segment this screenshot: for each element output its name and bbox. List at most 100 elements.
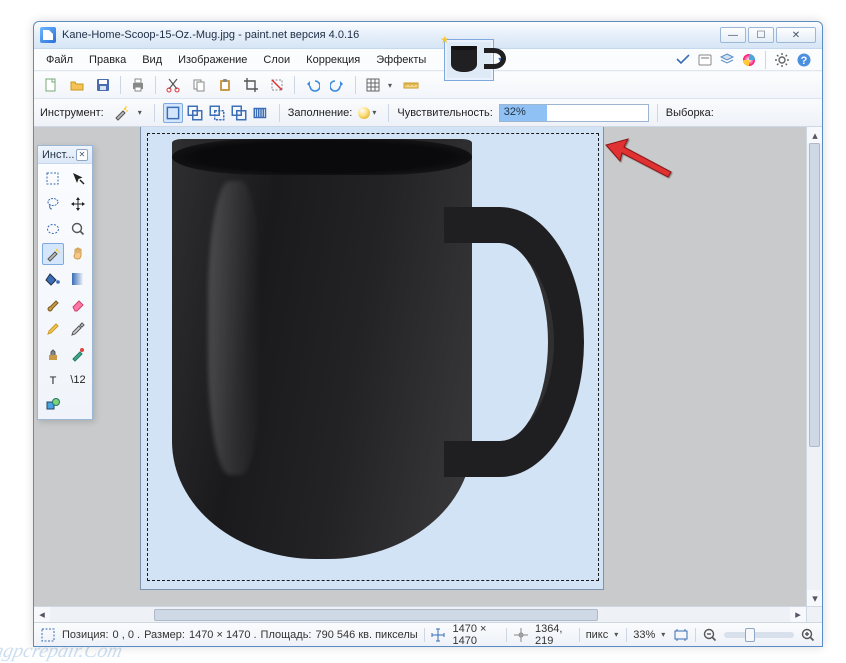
workspace: ▴ ▾ xyxy=(34,127,822,606)
fill-mode-icon[interactable] xyxy=(358,107,370,119)
menu-adjust[interactable]: Коррекция xyxy=(298,51,368,69)
palette-title[interactable]: Инст... ✕ xyxy=(38,146,92,164)
minimize-button[interactable]: — xyxy=(720,27,746,43)
fill-dropdown[interactable]: ▾ xyxy=(372,108,380,117)
ruler-toggle[interactable] xyxy=(400,74,422,96)
tool-text[interactable]: T xyxy=(42,368,64,390)
tool-move-selection[interactable] xyxy=(67,168,89,190)
svg-text:\12: \12 xyxy=(70,374,85,386)
tools-window-toggle[interactable] xyxy=(675,52,691,68)
open-file-button[interactable] xyxy=(66,74,88,96)
menu-effects[interactable]: Эффекты xyxy=(368,51,434,69)
scroll-up-icon[interactable]: ▴ xyxy=(807,127,822,143)
deselect-button[interactable] xyxy=(266,74,288,96)
zoom-out-icon[interactable] xyxy=(702,627,718,643)
save-button[interactable] xyxy=(92,74,114,96)
undo-button[interactable] xyxy=(301,74,323,96)
copy-button[interactable] xyxy=(188,74,210,96)
tool-clone[interactable] xyxy=(42,343,64,365)
sel-mode-add[interactable] xyxy=(185,103,205,123)
color-wheel-icon[interactable] xyxy=(741,52,757,68)
app-window: Kane-Home-Scoop-15-Oz.-Mug.jpg - paint.n… xyxy=(33,21,823,647)
zoom-dropdown[interactable]: ▾ xyxy=(661,630,667,639)
help-icon[interactable]: ? xyxy=(796,52,812,68)
close-button[interactable]: ✕ xyxy=(776,27,816,43)
cursor-value: 1364, 219 xyxy=(535,623,573,647)
tools-palette[interactable]: Инст... ✕ T \12 xyxy=(37,145,93,420)
menu-layers[interactable]: Слои xyxy=(255,51,298,69)
sel-mode-sub[interactable] xyxy=(207,103,227,123)
area-label: Площадь: xyxy=(261,629,312,641)
tool-pan[interactable] xyxy=(67,243,89,265)
size-value: 1470 × 1470 . xyxy=(189,629,257,641)
menu-view[interactable]: Вид xyxy=(134,51,170,69)
new-file-button[interactable] xyxy=(40,74,62,96)
tool-ellipse-select[interactable] xyxy=(42,218,64,240)
current-tool-icon[interactable] xyxy=(110,102,132,124)
history-window-toggle[interactable] xyxy=(697,52,713,68)
tool-pencil[interactable] xyxy=(42,318,64,340)
settings-icon[interactable] xyxy=(774,52,790,68)
sensitivity-label: Чувствительность: xyxy=(397,107,492,119)
maximize-button[interactable]: ☐ xyxy=(748,27,774,43)
tool-move[interactable] xyxy=(67,193,89,215)
canvas-area[interactable] xyxy=(34,127,806,606)
scroll-right-icon[interactable]: ▸ xyxy=(790,607,806,623)
zoom-knob[interactable] xyxy=(745,628,755,642)
vscroll-thumb[interactable] xyxy=(809,143,820,447)
scroll-left-icon[interactable]: ◂ xyxy=(34,607,50,623)
tool-eraser[interactable] xyxy=(67,293,89,315)
document-thumbnail[interactable]: ★ xyxy=(444,39,494,81)
sel-mode-replace[interactable] xyxy=(163,103,183,123)
tool-empty xyxy=(67,393,89,415)
instrument-label: Инструмент: xyxy=(40,107,104,119)
pos-label: Позиция: xyxy=(62,629,109,641)
menubar: Файл Правка Вид Изображение Слои Коррекц… xyxy=(34,49,822,71)
zoom-fit-icon[interactable] xyxy=(673,627,689,643)
tool-eyedropper[interactable] xyxy=(67,318,89,340)
scroll-down-icon[interactable]: ▾ xyxy=(807,590,822,606)
tool-zoom[interactable] xyxy=(67,218,89,240)
sel-mode-invert[interactable] xyxy=(251,103,271,123)
sensitivity-slider[interactable]: 32% xyxy=(499,104,649,122)
zoom-in-icon[interactable] xyxy=(800,627,816,643)
hscroll-thumb[interactable] xyxy=(154,609,598,621)
zoom-slider[interactable] xyxy=(724,632,794,638)
units-label[interactable]: пикс xyxy=(586,629,609,641)
zoom-value[interactable]: 33% xyxy=(633,629,655,641)
grid-toggle[interactable] xyxy=(362,74,384,96)
menu-file[interactable]: Файл xyxy=(38,51,81,69)
units-dropdown[interactable]: ▾ xyxy=(614,630,620,639)
vertical-scrollbar[interactable]: ▴ ▾ xyxy=(806,127,822,606)
menu-image[interactable]: Изображение xyxy=(170,51,255,69)
svg-text:T: T xyxy=(50,375,57,387)
sel-mode-intersect[interactable] xyxy=(229,103,249,123)
cut-button[interactable] xyxy=(162,74,184,96)
tool-rect-select[interactable] xyxy=(42,168,64,190)
tool-dropdown[interactable]: ▾ xyxy=(138,108,146,117)
redo-button[interactable] xyxy=(327,74,349,96)
tool-shapes[interactable] xyxy=(42,393,64,415)
layers-window-toggle[interactable] xyxy=(719,52,735,68)
main-toolbar: ▾ xyxy=(34,71,822,99)
print-button[interactable] xyxy=(127,74,149,96)
area-value: 790 546 кв. пикселы xyxy=(316,629,418,641)
sel-info-icon xyxy=(40,627,56,643)
pos-value: 0 , 0 . xyxy=(113,629,141,641)
fill-label: Заполнение: xyxy=(288,107,353,119)
svg-text:?: ? xyxy=(801,55,808,67)
tool-gradient[interactable] xyxy=(67,268,89,290)
titlebar[interactable]: Kane-Home-Scoop-15-Oz.-Mug.jpg - paint.n… xyxy=(34,22,822,49)
tool-brush[interactable] xyxy=(42,293,64,315)
crop-button[interactable] xyxy=(240,74,262,96)
tool-recolor[interactable] xyxy=(67,343,89,365)
tool-magic-wand[interactable] xyxy=(42,243,64,265)
tool-line[interactable]: \12 xyxy=(67,368,89,390)
menu-edit[interactable]: Правка xyxy=(81,51,134,69)
paste-button[interactable] xyxy=(214,74,236,96)
horizontal-scrollbar[interactable]: ◂ ▸ xyxy=(34,607,806,622)
grid-dropdown[interactable]: ▾ xyxy=(388,81,396,90)
tool-lasso[interactable] xyxy=(42,193,64,215)
palette-close-icon[interactable]: ✕ xyxy=(76,149,88,161)
tool-fill[interactable] xyxy=(42,268,64,290)
